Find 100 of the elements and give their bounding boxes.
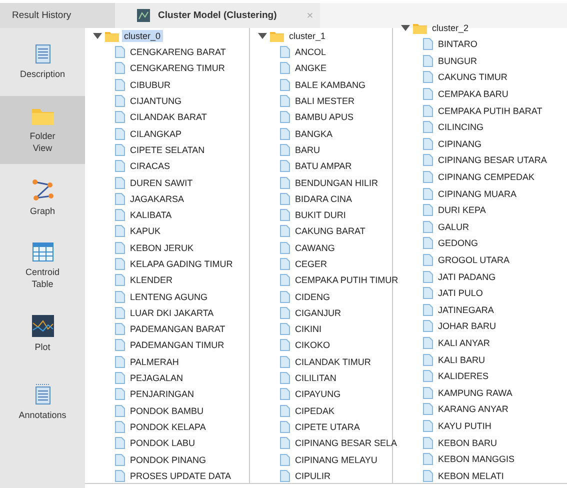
tree-item-label[interactable]: BALI MESTER: [295, 96, 355, 106]
tree-item-label[interactable]: CIBUBUR: [130, 80, 171, 90]
tab[interactable]: Result History: [0, 3, 115, 28]
tree-item-label[interactable]: GALUR: [438, 222, 470, 232]
tree-item-label[interactable]: JATINEGARA: [438, 304, 494, 315]
tree-item-label[interactable]: KEBON MANGGIS: [438, 454, 515, 464]
tree-item-label[interactable]: CIKOKO: [295, 340, 330, 350]
tree-item-label[interactable]: KALIBATA: [130, 210, 172, 220]
tree-item-label[interactable]: CIPINANG MELAYU: [295, 454, 378, 465]
tree-item-label[interactable]: GROGOL UTARA: [438, 255, 510, 266]
tree-item-label[interactable]: CIPINANG: [438, 138, 482, 149]
expanded-triangle-icon[interactable]: [401, 25, 410, 31]
sidebar-item[interactable]: Description: [0, 28, 85, 96]
tree-item-label[interactable]: CILILITAN: [295, 373, 336, 384]
tree-item-label[interactable]: CEMPAKA BARU: [438, 89, 508, 100]
tree-folder-label[interactable]: cluster_2: [430, 22, 471, 34]
expanded-triangle-icon[interactable]: [258, 33, 267, 39]
tree-item-label[interactable]: BENDUNGAN HILIR: [295, 178, 378, 188]
tree-item-label[interactable]: KEBON BARU: [438, 438, 498, 448]
tree-item-label[interactable]: PADEMANGAN TIMUR: [130, 340, 224, 350]
sidebar-item[interactable]: Folder View: [0, 96, 85, 164]
tree-item-label[interactable]: CILANDAK TIMUR: [295, 356, 371, 367]
tree-folder-label[interactable]: cluster_0: [122, 30, 163, 42]
tree-item-label[interactable]: CIPAYUNG: [295, 389, 341, 400]
tree-item-label[interactable]: CAKUNG BARAT: [295, 226, 366, 236]
tree-item-label[interactable]: BANGKA: [295, 128, 333, 139]
tree-item-label[interactable]: BINTARO: [438, 39, 478, 50]
tree-item-label[interactable]: CIDENG: [295, 292, 330, 302]
tree-item-label[interactable]: CENGKARENG TIMUR: [130, 63, 225, 74]
tree-item-label[interactable]: KAMPUNG RAWA: [438, 388, 512, 398]
tree-item-label[interactable]: GEDONG: [438, 238, 478, 248]
tree-item-label[interactable]: CILANGKAP: [130, 128, 182, 139]
tree-item-label[interactable]: KARANG ANYAR: [438, 404, 508, 414]
tree-item-label[interactable]: BARU: [295, 144, 320, 155]
tree-item-label[interactable]: KALIDERES: [438, 371, 489, 382]
tree-item-label[interactable]: KAYU PUTIH: [438, 420, 492, 431]
tree-item-label[interactable]: PONDOK PINANG: [130, 454, 206, 465]
tree-item-label[interactable]: CIPETE SELATAN: [130, 144, 205, 155]
tree-item-label[interactable]: KELAPA GADING TIMUR: [130, 259, 233, 269]
tree-item-label[interactable]: BUNGUR: [438, 56, 478, 66]
tree-folder-label[interactable]: cluster_1: [287, 30, 328, 42]
tree-item-label[interactable]: PADEMANGAN BARAT: [130, 324, 226, 334]
tree-item-label[interactable]: CEMPAKA PUTIH TIMUR: [295, 275, 398, 286]
tree-item-label[interactable]: CIJANTUNG: [130, 96, 182, 106]
tree-item-label[interactable]: PENJARINGAN: [130, 389, 194, 400]
tree-item-label[interactable]: KEBON JERUK: [130, 242, 194, 253]
tree-item-label[interactable]: CIPINANG BESAR SELA: [295, 438, 398, 448]
tree-item-label[interactable]: BUKIT DURI: [295, 210, 346, 220]
file-icon: [423, 38, 433, 50]
tree-item-label[interactable]: PROSES UPDATE DATA: [130, 470, 232, 481]
tree-item-label[interactable]: PONDOK BAMBU: [130, 406, 204, 416]
tree-item-label[interactable]: CENGKARENG BARAT: [130, 47, 226, 58]
tree-item-label[interactable]: CILINCING: [438, 122, 484, 132]
tree-item-label[interactable]: ANGKE: [295, 63, 327, 74]
tree-item-label[interactable]: JATI PADANG: [438, 272, 496, 282]
tree-item-label[interactable]: CAWANG: [295, 242, 335, 253]
tree-item-label[interactable]: BAMBU APUS: [295, 112, 354, 122]
tree-item-label[interactable]: CIGANJUR: [295, 308, 342, 318]
tree-item-label[interactable]: KALI ANYAR: [438, 338, 490, 348]
tree-item-label[interactable]: PONDOK KELAPA: [130, 422, 206, 432]
file-icon: [423, 171, 433, 184]
sidebar-item[interactable]: Graph: [0, 164, 85, 232]
expanded-triangle-icon[interactable]: [93, 33, 102, 39]
tree-item-label[interactable]: CIPEDAK: [295, 406, 335, 416]
tree-item-label[interactable]: CIPETE UTARA: [295, 422, 360, 432]
tree-item-label[interactable]: LENTENG AGUNG: [130, 292, 208, 302]
tree-item-label[interactable]: ANCOL: [295, 47, 326, 58]
tree-item-label[interactable]: KEBON MELATI: [438, 470, 504, 481]
tree-item-label[interactable]: BALE KAMBANG: [295, 80, 366, 90]
tree-item-label[interactable]: JAGAKARSA: [130, 194, 184, 204]
tab[interactable]: Cluster Model (Clustering) ×: [115, 3, 320, 28]
tree-item-label[interactable]: KAPUK: [130, 226, 161, 236]
tree-item-label[interactable]: KALI BARU: [438, 354, 486, 365]
tree-item-label[interactable]: PEJAGALAN: [130, 373, 184, 384]
tree-item-label[interactable]: CILANDAK BARAT: [130, 112, 207, 122]
tree-item-label[interactable]: BATU AMPAR: [295, 161, 352, 172]
sidebar-item[interactable]: Plot: [0, 300, 85, 368]
tree-item-label[interactable]: CIPINANG BESAR UTARA: [438, 155, 547, 166]
folder-icon: [105, 30, 119, 42]
file-icon: [423, 121, 433, 134]
tree-item-label[interactable]: KLENDER: [130, 275, 173, 286]
tree-item-label[interactable]: CIPINANG MUARA: [438, 188, 517, 199]
tree-item-label[interactable]: DUREN SAWIT: [130, 178, 193, 188]
sidebar-item[interactable]: Annotations: [0, 368, 85, 436]
tree-item-label[interactable]: PONDOK LABU: [130, 438, 196, 448]
tree-item-label[interactable]: JATI PULO: [438, 288, 483, 298]
tree-item-label[interactable]: CIRACAS: [130, 161, 170, 172]
tree-item-label[interactable]: JOHAR BARU: [438, 321, 496, 332]
tree-item-label[interactable]: LUAR DKI JAKARTA: [130, 308, 214, 318]
tree-item-label[interactable]: CIKINI: [295, 324, 322, 334]
tree-item-label[interactable]: CEGER: [295, 259, 328, 269]
tree-item-label[interactable]: CIPINANG CEMPEDAK: [438, 172, 535, 182]
tree-item-label[interactable]: BIDARA CINA: [295, 194, 352, 204]
tree-item-label[interactable]: PALMERAH: [130, 356, 179, 367]
sidebar-item[interactable]: Centroid Table: [0, 232, 85, 300]
file-icon: [115, 323, 125, 336]
tree-item-label[interactable]: DURI KEPA: [438, 205, 486, 216]
tree-item-label[interactable]: CAKUNG TIMUR: [438, 72, 508, 82]
tree-item-label[interactable]: CIPULIR: [295, 470, 331, 481]
tree-item-label[interactable]: CEMPAKA PUTIH BARAT: [438, 106, 542, 116]
